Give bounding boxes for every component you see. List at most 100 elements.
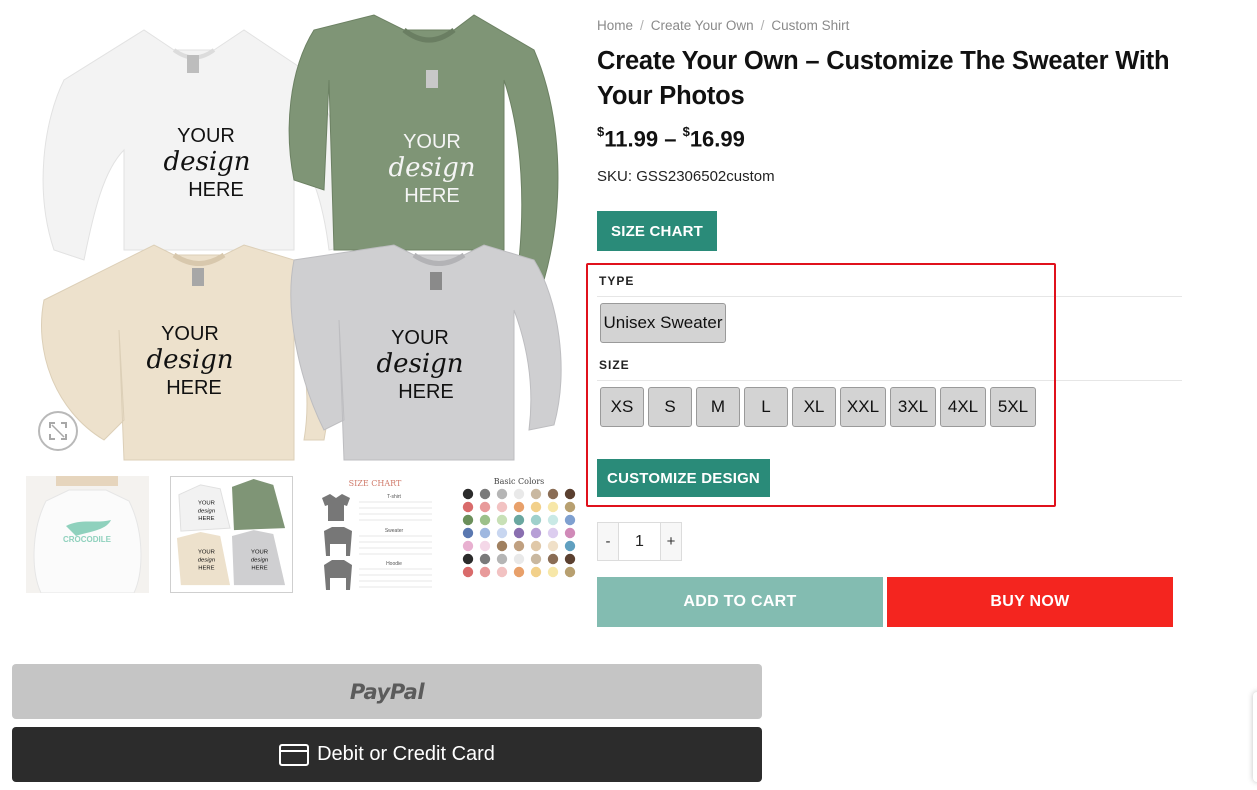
size-options: XS S M L XL XXL 3XL 4XL 5XL <box>600 387 1036 429</box>
size-option-xl[interactable]: XL <box>792 387 836 427</box>
color-dot <box>479 488 491 500</box>
sku-value: GSS2306502custom <box>636 168 775 185</box>
color-dot <box>513 488 525 500</box>
size-option-s[interactable]: S <box>648 387 692 427</box>
shirt-text-design: design <box>163 147 250 177</box>
size-option-4xl[interactable]: 4XL <box>940 387 986 427</box>
debit-credit-card-button[interactable]: Debit or Credit Card <box>12 727 762 782</box>
color-dot <box>513 540 525 552</box>
main-product-image[interactable]: YOUR design HERE YOUR design HERE YOUR d… <box>24 10 579 462</box>
size-option-xs[interactable]: XS <box>600 387 644 427</box>
type-option-unisex-sweater[interactable]: Unisex Sweater <box>600 303 726 343</box>
size-option-xxl[interactable]: XXL <box>840 387 886 427</box>
color-dot <box>513 514 525 526</box>
shirt-text-here: HERE <box>188 179 244 201</box>
size-option-l[interactable]: L <box>744 387 788 427</box>
shirt-text-your: YOUR <box>177 125 235 147</box>
shirt-text-here: HERE <box>166 377 222 399</box>
thumb-text: YOUR <box>251 550 268 556</box>
color-dot <box>530 566 542 578</box>
thumb-text: YOUR <box>198 550 215 556</box>
color-dot <box>547 553 559 565</box>
color-dot <box>530 488 542 500</box>
color-dot <box>479 540 491 552</box>
size-option-3xl[interactable]: 3XL <box>890 387 936 427</box>
color-dot <box>530 527 542 539</box>
color-dot <box>564 566 576 578</box>
crocodile-text: CROCODILE <box>63 535 112 544</box>
quantity-input[interactable]: 1 <box>618 523 661 560</box>
shirt-text-your: YOUR <box>161 323 219 345</box>
size-chart-thumb-title: SIZE CHART <box>349 479 402 488</box>
type-label: TYPE <box>599 274 635 288</box>
color-dot <box>496 540 508 552</box>
shirt-text-your: YOUR <box>391 327 449 349</box>
currency-symbol: $ <box>597 124 605 139</box>
thumb-text: YOUR <box>198 501 215 507</box>
thumbnail-sweater-group[interactable]: YOUR design HERE YOUR design HERE YOUR d… <box>170 476 293 593</box>
product-sku: SKU: GSS2306502custom <box>597 168 775 185</box>
expand-icon <box>49 422 67 440</box>
breadcrumb-custom-shirt[interactable]: Custom Shirt <box>771 18 849 33</box>
divider <box>597 380 1182 381</box>
paypal-button[interactable]: PayPal <box>12 664 762 719</box>
color-dot <box>513 553 525 565</box>
customize-design-button[interactable]: CUSTOMIZE DESIGN <box>597 459 770 497</box>
color-dot <box>564 488 576 500</box>
size-chart-section: Sweater <box>385 528 404 534</box>
color-dot <box>462 514 474 526</box>
breadcrumb-create-your-own[interactable]: Create Your Own <box>651 18 754 33</box>
color-dot <box>496 527 508 539</box>
color-dot <box>564 553 576 565</box>
zoom-button[interactable] <box>38 411 78 451</box>
color-dot <box>564 514 576 526</box>
color-dot <box>462 527 474 539</box>
shirt-text-your: YOUR <box>403 131 461 153</box>
color-dot <box>530 540 542 552</box>
color-dot <box>513 566 525 578</box>
color-dot <box>496 514 508 526</box>
color-dot <box>547 501 559 513</box>
color-dot <box>564 527 576 539</box>
color-dot <box>462 501 474 513</box>
breadcrumb-separator: / <box>640 18 644 33</box>
add-to-cart-button[interactable]: ADD TO CART <box>597 577 883 627</box>
color-dot <box>479 527 491 539</box>
thumb-text: design <box>198 508 215 514</box>
thumbnail-basic-colors[interactable]: Basic Colors <box>458 476 581 593</box>
quantity-minus-button[interactable]: - <box>598 523 618 560</box>
color-dot <box>547 540 559 552</box>
color-dot <box>513 527 525 539</box>
color-dot <box>530 553 542 565</box>
size-chart-button[interactable]: SIZE CHART <box>597 211 717 251</box>
size-option-m[interactable]: M <box>696 387 740 427</box>
color-dot <box>496 553 508 565</box>
price-separator: – <box>664 126 677 152</box>
color-dot <box>479 553 491 565</box>
breadcrumb-home[interactable]: Home <box>597 18 633 33</box>
thumb-text: design <box>198 558 215 564</box>
color-dot <box>530 514 542 526</box>
quantity-plus-button[interactable]: + <box>661 523 681 560</box>
size-chart-section: T-shirt <box>387 494 402 500</box>
shirt-text-here: HERE <box>398 381 454 403</box>
currency-symbol: $ <box>682 124 690 139</box>
color-dot <box>462 553 474 565</box>
shirt-text-design: design <box>146 345 233 375</box>
color-dot <box>496 488 508 500</box>
paypal-logo: PayPal <box>349 679 425 704</box>
credit-card-icon <box>279 743 310 766</box>
color-dot <box>462 566 474 578</box>
thumbnail-crocodile[interactable]: CROCODILE <box>26 476 149 593</box>
price-max: 16.99 <box>689 126 745 152</box>
thumbnail-size-chart[interactable]: SIZE CHART T-shirt Sweater Hoodie <box>314 476 437 593</box>
buy-now-button[interactable]: BUY NOW <box>887 577 1173 627</box>
thumb-text: HERE <box>198 516 214 522</box>
color-dot <box>530 501 542 513</box>
size-option-5xl[interactable]: 5XL <box>990 387 1036 427</box>
product-title: Create Your Own – Customize The Sweater … <box>597 47 1170 110</box>
color-dot <box>479 566 491 578</box>
side-widget-edge <box>1253 692 1257 782</box>
shirt-text-design: design <box>388 153 475 183</box>
color-dot <box>462 488 474 500</box>
